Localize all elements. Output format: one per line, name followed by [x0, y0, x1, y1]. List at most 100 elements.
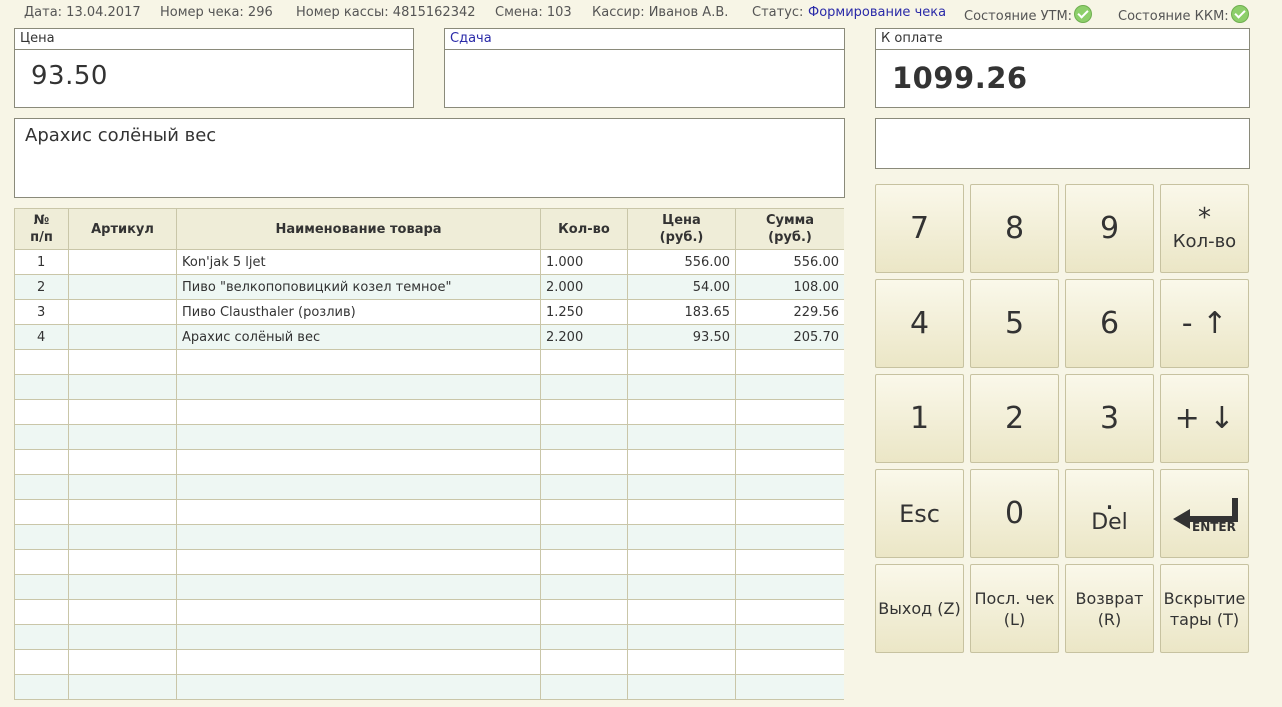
status-label: Статус:: [752, 5, 804, 20]
quantity-button[interactable]: * Кол-во: [1160, 184, 1249, 273]
table-row[interactable]: 2 Пиво "велкопоповицкий козел темное" 2.…: [14, 274, 844, 300]
key-7-button[interactable]: 7: [875, 184, 964, 273]
cell-sum: 229.56: [735, 299, 844, 325]
quantity-label: Кол-во: [1172, 230, 1237, 252]
date-text: Дата: 13.04.2017: [24, 5, 141, 20]
total-box: К оплате 1099.26: [875, 28, 1250, 108]
key-1-label: 1: [909, 400, 930, 436]
utm-status-label: Состояние УТМ:: [964, 9, 1073, 24]
table-header: № п/п Артикул Наименование товара Кол-во …: [14, 208, 844, 250]
cell-article: [68, 299, 177, 325]
cell-number: 2: [14, 274, 69, 300]
empty-row: [14, 449, 844, 475]
key-8-label: 8: [1004, 210, 1025, 246]
cell-article: [68, 274, 177, 300]
table-row[interactable]: 1 Kon'jak 5 ljet 1.000 556.00 556.00: [14, 249, 844, 275]
col-article-header[interactable]: Артикул: [68, 208, 177, 250]
dot-label: .: [1104, 481, 1115, 517]
key-3-label: 3: [1099, 400, 1120, 436]
cell-qty: 2.000: [540, 274, 628, 300]
status-value: Формирование чека: [808, 5, 947, 20]
check-number-text: Номер чека: 296: [160, 5, 273, 20]
total-value: 1099.26: [892, 61, 1028, 95]
enter-icon: ENTER: [1172, 497, 1238, 534]
escape-button[interactable]: Esc: [875, 469, 964, 558]
tare-open-label: Вскрытие тары (T): [1163, 588, 1246, 629]
price-value: 93.50: [31, 61, 108, 91]
key-5-label: 5: [1004, 305, 1025, 341]
exit-button[interactable]: Выход (Z): [875, 564, 964, 653]
cell-name: Арахис солёный вес: [176, 324, 541, 350]
last-check-label: Посл. чек (L): [974, 588, 1055, 629]
empty-row: [14, 599, 844, 625]
check-ok-icon: [1074, 5, 1093, 23]
last-check-button[interactable]: Посл. чек (L): [970, 564, 1059, 653]
return-label: Возврат (R): [1075, 588, 1144, 629]
escape-label: Esc: [899, 499, 940, 528]
utm-status: Состояние УТМ:: [964, 5, 1093, 24]
key-9-button[interactable]: 9: [1065, 184, 1154, 273]
key-2-button[interactable]: 2: [970, 374, 1059, 463]
delete-button[interactable]: . Del: [1065, 469, 1154, 558]
empty-row: [14, 674, 844, 700]
plus-down-label: + ↓: [1174, 400, 1235, 436]
cell-sum: 556.00: [735, 249, 844, 275]
cell-qty: 2.200: [540, 324, 628, 350]
empty-row: [14, 424, 844, 450]
key-0-label: 0: [1004, 495, 1025, 531]
tare-open-button[interactable]: Вскрытие тары (T): [1160, 564, 1249, 653]
status-bar: Дата: 13.04.2017 Номер чека: 296 Номер к…: [0, 0, 1282, 26]
cell-price: 93.50: [627, 324, 736, 350]
table-row[interactable]: 3 Пиво Clausthaler (розлив) 1.250 183.65…: [14, 299, 844, 325]
key-3-button[interactable]: 3: [1065, 374, 1154, 463]
key-0-button[interactable]: 0: [970, 469, 1059, 558]
change-label: Сдача: [445, 29, 844, 50]
change-value: [445, 50, 844, 61]
cell-sum: 108.00: [735, 274, 844, 300]
check-ok-icon: [1230, 5, 1249, 23]
key-1-button[interactable]: 1: [875, 374, 964, 463]
key-8-button[interactable]: 8: [970, 184, 1059, 273]
cell-article: [68, 324, 177, 350]
key-5-button[interactable]: 5: [970, 279, 1059, 368]
cell-name: Пиво Clausthaler (розлив): [176, 299, 541, 325]
col-qty-header[interactable]: Кол-во: [540, 208, 628, 250]
register-number-text: Номер кассы: 4815162342: [296, 5, 476, 20]
key-9-label: 9: [1099, 210, 1120, 246]
minus-up-label: - ↑: [1181, 305, 1228, 341]
col-price-header[interactable]: Цена (руб.): [627, 208, 736, 250]
current-item-display: Арахис солёный вес: [14, 118, 845, 198]
empty-row: [14, 474, 844, 500]
return-button[interactable]: Возврат (R): [1065, 564, 1154, 653]
price-box: Цена 93.50: [14, 28, 414, 108]
col-name-header[interactable]: Наименование товара: [176, 208, 541, 250]
key-6-button[interactable]: 6: [1065, 279, 1154, 368]
minus-up-button[interactable]: - ↑: [1160, 279, 1249, 368]
key-4-button[interactable]: 4: [875, 279, 964, 368]
code-input[interactable]: [875, 118, 1250, 169]
table-row[interactable]: 4 Арахис солёный вес 2.200 93.50 205.70: [14, 324, 844, 350]
empty-row: [14, 349, 844, 375]
shift-text: Смена: 103: [495, 5, 572, 20]
empty-row: [14, 549, 844, 575]
col-number-header[interactable]: № п/п: [14, 208, 69, 250]
price-label: Цена: [15, 29, 413, 50]
cell-number: 1: [14, 249, 69, 275]
key-6-label: 6: [1099, 305, 1120, 341]
enter-label: ENTER: [1192, 520, 1236, 534]
cell-price: 556.00: [627, 249, 736, 275]
kkm-status-label: Состояние ККМ:: [1118, 9, 1229, 24]
enter-button[interactable]: ENTER: [1160, 469, 1249, 558]
cell-price: 54.00: [627, 274, 736, 300]
exit-label: Выход (Z): [878, 599, 961, 618]
empty-row: [14, 499, 844, 525]
key-2-label: 2: [1004, 400, 1025, 436]
col-sum-header[interactable]: Сумма (руб.): [735, 208, 844, 250]
plus-down-button[interactable]: + ↓: [1160, 374, 1249, 463]
change-box: Сдача: [444, 28, 845, 108]
kkm-status: Состояние ККМ:: [1118, 5, 1249, 24]
empty-row: [14, 524, 844, 550]
delete-label: Del: [1091, 509, 1128, 535]
cell-name: Kon'jak 5 ljet: [176, 249, 541, 275]
empty-row: [14, 399, 844, 425]
